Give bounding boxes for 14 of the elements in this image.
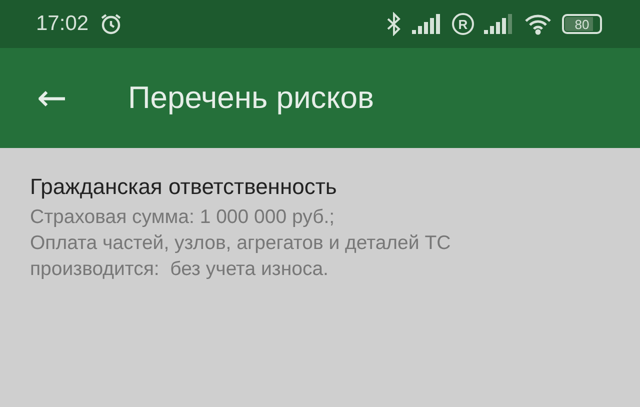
back-button[interactable]: ←	[34, 78, 70, 118]
risk-detail: Оплата частей, узлов, агрегатов и деталей ТС	[30, 231, 452, 256]
risk-detail: Страховая сумма: 1 000 000 руб.;	[30, 205, 336, 230]
signal-icon	[412, 14, 442, 34]
risk-title: Гражданская ответственность	[30, 174, 338, 200]
roaming-indicator: R	[452, 13, 474, 35]
bluetooth-icon	[386, 12, 402, 36]
risk-detail: производится: без учета износа.	[30, 257, 330, 282]
wifi-icon	[524, 13, 552, 35]
battery-indicator: 80	[562, 14, 602, 34]
screen-title: Перечень рисков	[128, 80, 374, 116]
signal-icon	[484, 14, 514, 34]
alarm-clock-icon	[98, 12, 123, 36]
status-time: 17:02	[36, 12, 89, 36]
